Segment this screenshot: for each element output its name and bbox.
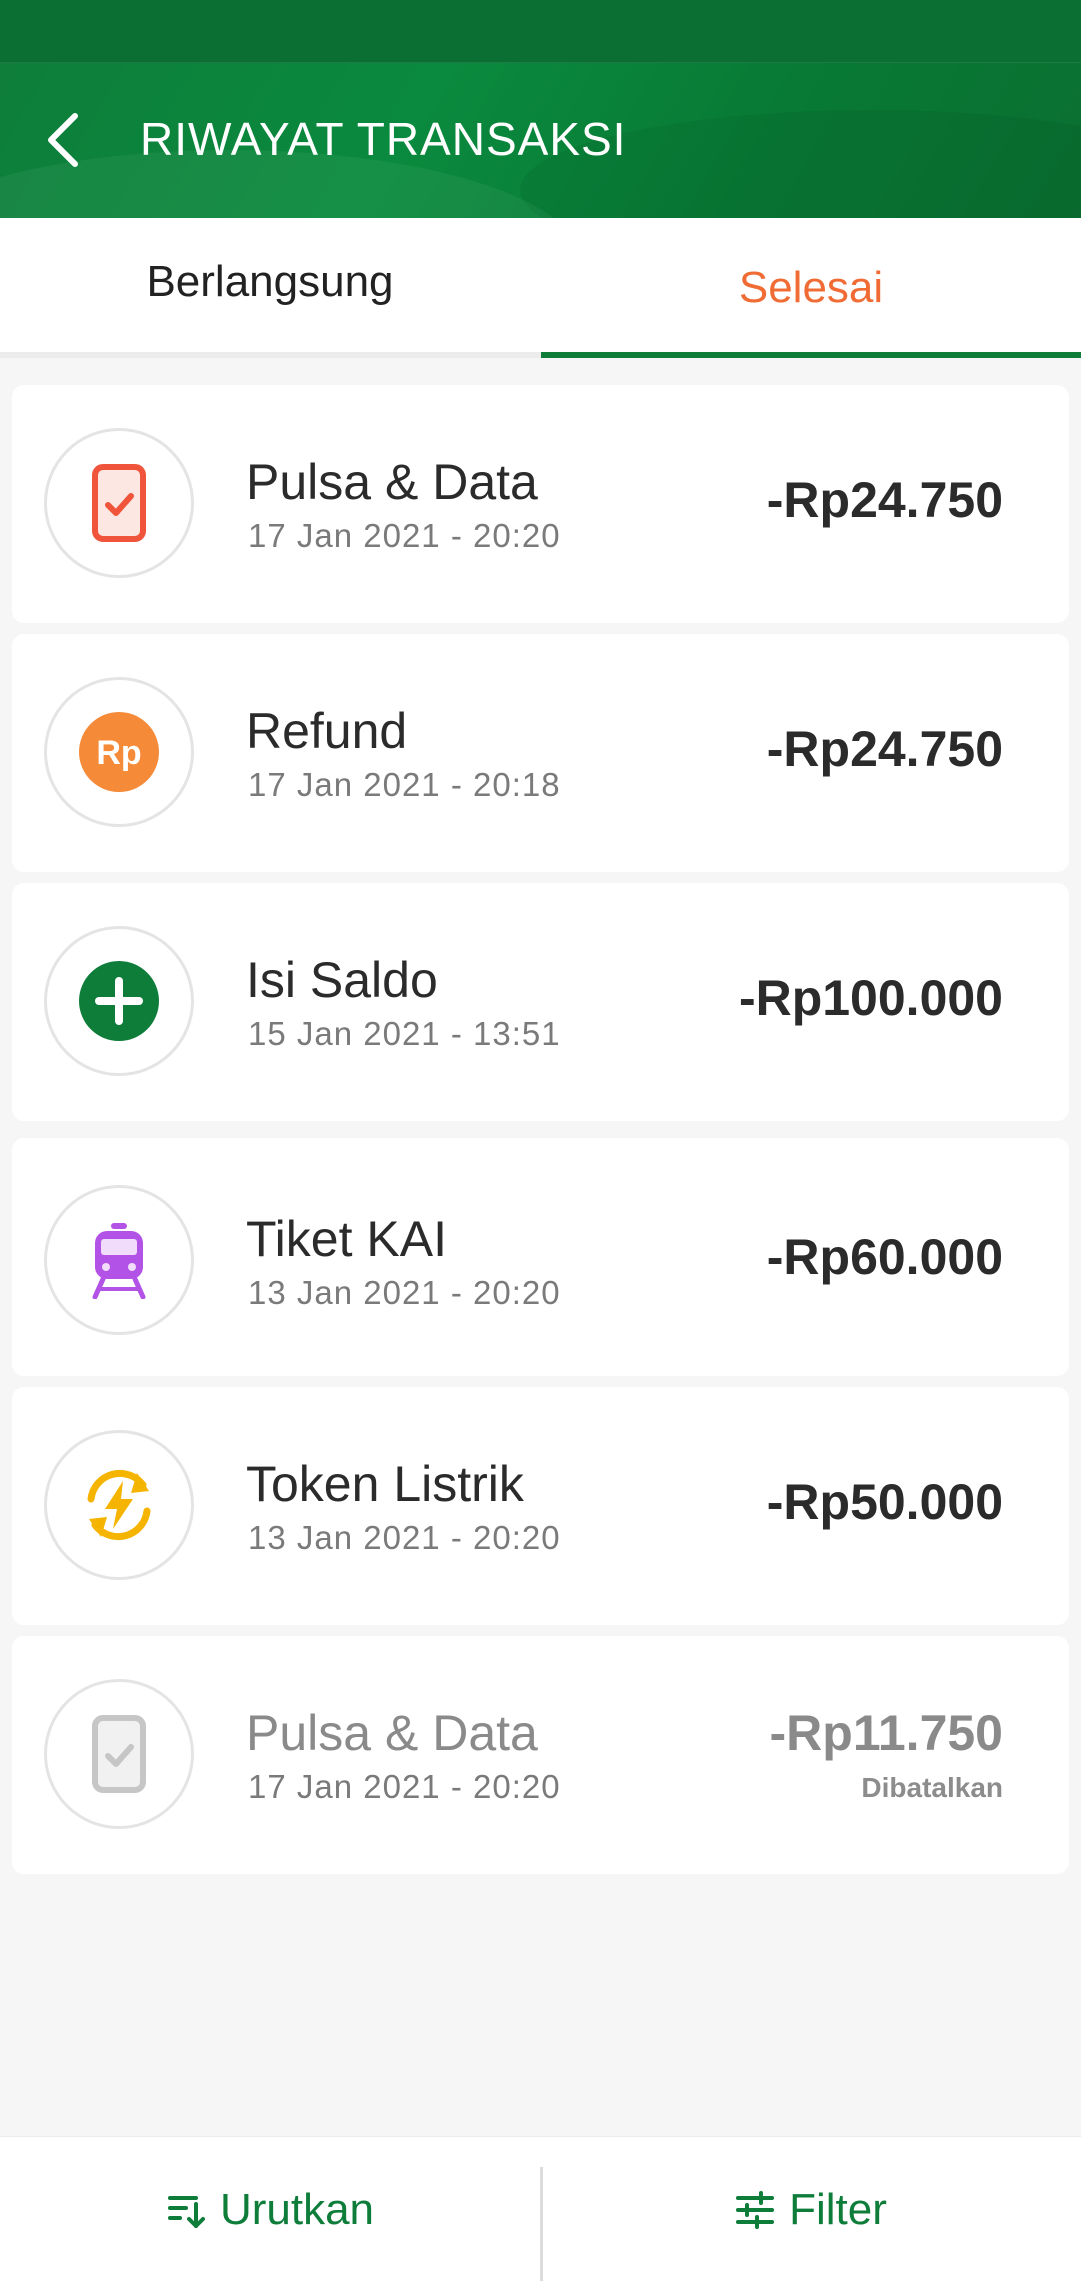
icon-container — [44, 926, 194, 1076]
transaction-item[interactable]: Pulsa & Data 17 Jan 2021 - 20:20 -Rp24.7… — [12, 385, 1069, 623]
rupiah-coin-icon: Rp — [79, 712, 159, 792]
transaction-title: Pulsa & Data — [246, 454, 538, 510]
transaction-amount: -Rp24.750 — [766, 472, 1003, 528]
transaction-item[interactable]: Pulsa & Data 17 Jan 2021 - 20:20 -Rp11.7… — [12, 1636, 1069, 1874]
sort-label: Urutkan — [219, 2184, 375, 2234]
tab-divider — [0, 352, 541, 358]
icon-container — [44, 1679, 194, 1829]
transaction-amount: -Rp60.000 — [766, 1229, 1003, 1285]
transaction-date: 17 Jan 2021 - 20:20 — [248, 517, 561, 554]
transaction-title: Refund — [246, 703, 408, 759]
transaction-item[interactable]: Isi Saldo 15 Jan 2021 - 13:51 -Rp100.000 — [12, 883, 1069, 1121]
filter-label: Filter — [789, 2184, 887, 2234]
rupiah-text: Rp — [96, 734, 141, 772]
icon-container — [44, 1185, 194, 1335]
plus-circle-icon — [79, 961, 159, 1041]
sort-icon — [167, 2195, 205, 2228]
tab-selesai[interactable]: Selesai — [541, 218, 1081, 358]
app-bar: RIWAYAT TRANSAKSI — [0, 0, 1081, 218]
transaction-item[interactable]: Token Listrik 13 Jan 2021 - 20:20 -Rp50.… — [12, 1387, 1069, 1625]
sort-button[interactable]: Urutkan — [0, 2137, 540, 2281]
filter-button[interactable]: Filter — [541, 2137, 1081, 2281]
phone-check-icon — [92, 464, 146, 542]
transaction-item[interactable]: Rp Refund 17 Jan 2021 - 20:18 -Rp24.750 — [12, 634, 1069, 872]
transaction-item[interactable]: Tiket KAI 13 Jan 2021 - 20:20 -Rp60.000 — [12, 1138, 1069, 1376]
transaction-title: Tiket KAI — [246, 1211, 447, 1267]
icon-container — [44, 428, 194, 578]
icon-container: Rp — [44, 677, 194, 827]
transaction-title: Isi Saldo — [246, 952, 438, 1008]
sliders-icon — [736, 2190, 775, 2229]
transaction-title: Pulsa & Data — [246, 1705, 538, 1761]
train-icon — [92, 1223, 146, 1299]
chevron-left-icon — [48, 113, 78, 167]
active-tab-indicator — [541, 352, 1081, 358]
transaction-date: 13 Jan 2021 - 20:20 — [248, 1519, 561, 1556]
transaction-amount: -Rp100.000 — [738, 970, 1003, 1026]
transaction-date: 15 Jan 2021 - 13:51 — [248, 1015, 561, 1052]
tab-berlangsung[interactable]: Berlangsung — [0, 218, 540, 358]
transaction-amount: -Rp24.750 — [766, 721, 1003, 777]
transaction-date: 17 Jan 2021 - 20:20 — [248, 1768, 561, 1805]
page-title: RIWAYAT TRANSAKSI — [140, 113, 627, 165]
status-badge: Dibatalkan — [861, 1772, 1003, 1803]
transaction-amount: -Rp11.750 — [769, 1705, 1003, 1761]
transaction-date: 13 Jan 2021 - 20:20 — [248, 1274, 561, 1311]
transaction-date: 17 Jan 2021 - 20:18 — [248, 766, 561, 803]
transaction-amount: -Rp50.000 — [766, 1474, 1003, 1530]
back-button[interactable] — [38, 108, 86, 172]
bottom-action-bar: Urutkan Filter — [0, 2136, 1081, 2281]
tab-bar: Berlangsung Selesai — [0, 218, 1081, 358]
phone-check-icon — [92, 1715, 146, 1793]
transaction-title: Token Listrik — [246, 1456, 524, 1512]
icon-container — [44, 1430, 194, 1580]
electricity-token-icon — [87, 1469, 151, 1541]
tab-label: Berlangsung — [146, 257, 394, 306]
tab-label: Selesai — [738, 263, 884, 312]
status-bar — [0, 0, 1081, 63]
